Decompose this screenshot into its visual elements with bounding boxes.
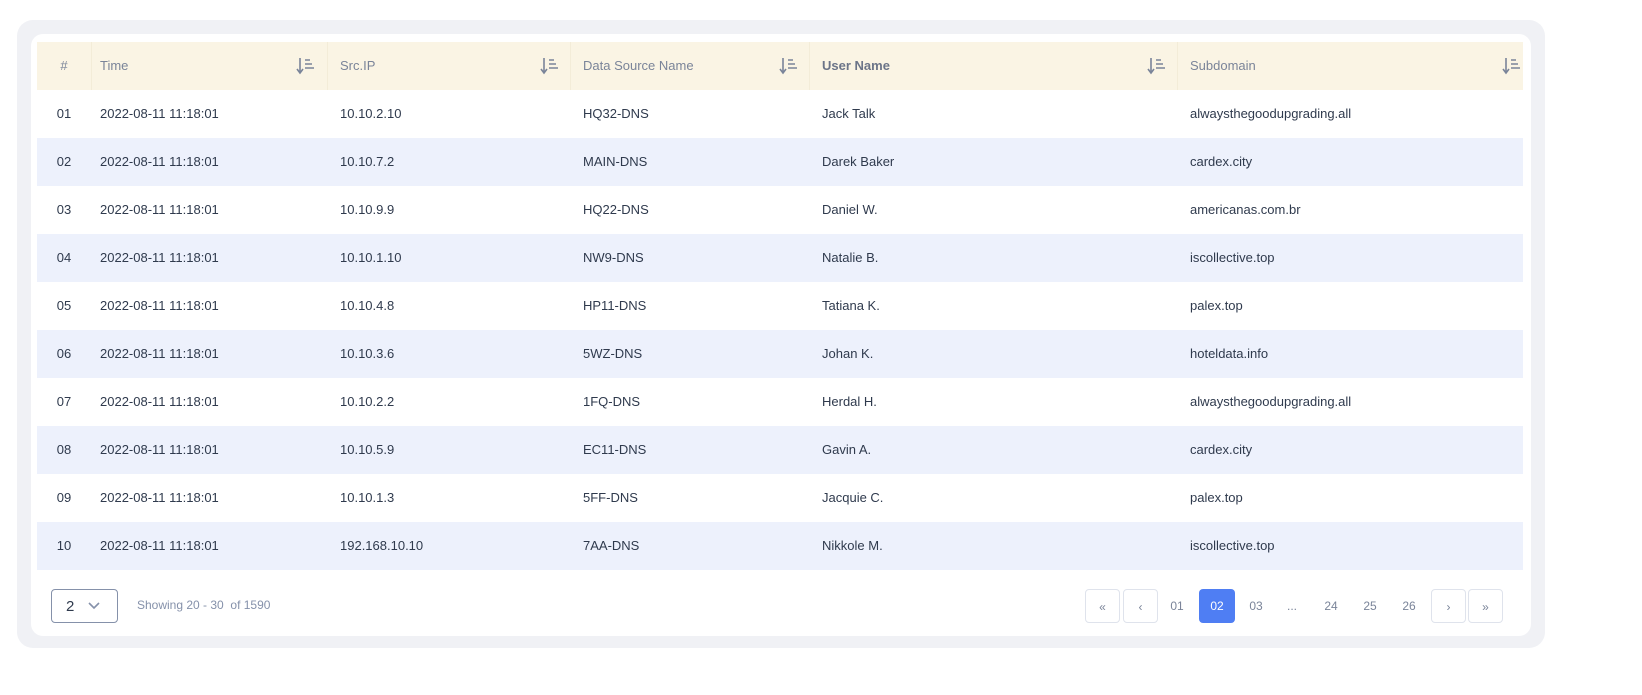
pagination-ellipsis: ... [1286, 599, 1297, 613]
cell-row-index: 05 [56, 298, 72, 313]
cell-time: 2022-08-11 11:18:01 [100, 394, 219, 409]
cell-row-index: 10 [56, 538, 72, 553]
cell-src-ip: 10.10.5.9 [340, 442, 395, 457]
cell-row-index: 08 [56, 442, 72, 457]
header-subdomain[interactable]: Subdomain [1190, 42, 1256, 90]
cell-row-index: 03 [56, 202, 72, 217]
cell-src-ip: 10.10.3.6 [340, 346, 395, 361]
cell-row-index: 07 [56, 394, 72, 409]
showing-text: Showing 20 - 30 of 1590 [137, 598, 271, 612]
header-index: # [60, 58, 68, 73]
cell-src-ip: 10.10.9.9 [340, 202, 395, 217]
table-header: # Time Src.IP Data Source Name User Name… [37, 42, 1523, 90]
cell-data-source-name: 5FF-DNS [583, 490, 638, 505]
cell-data-source-name: HP11-DNS [583, 298, 647, 313]
table-row[interactable]: 06 2022-08-11 11:18:01 10.10.3.6 5WZ-DNS Joh… [37, 330, 1523, 378]
last-page-button[interactable]: » [1468, 589, 1503, 623]
cell-data-source-name: NW9-DNS [583, 250, 644, 265]
chevron-down-icon [88, 602, 100, 610]
cell-user-name: Jacquie C. [822, 490, 884, 505]
cell-user-name: Gavin A. [822, 442, 872, 457]
cell-src-ip: 10.10.7.2 [340, 154, 395, 169]
page-button[interactable]: 24 [1313, 589, 1349, 623]
cell-time: 2022-08-11 11:18:01 [100, 154, 219, 169]
page-button[interactable]: 02 [1199, 589, 1235, 623]
cell-user-name: Johan K. [822, 346, 874, 361]
cell-data-source-name: 7AA-DNS [583, 538, 640, 553]
cell-row-index: 01 [56, 106, 72, 121]
data-table: # Time Src.IP Data Source Name User Name… [37, 42, 1523, 570]
cell-subdomain: palex.top [1190, 490, 1243, 505]
sort-icon[interactable] [1502, 56, 1522, 76]
cell-time: 2022-08-11 11:18:01 [100, 106, 219, 121]
cell-subdomain: alwaysthegoodupgrading.all [1190, 394, 1352, 409]
cell-src-ip: 192.168.10.10 [340, 538, 424, 553]
cell-subdomain: iscollective.top [1190, 250, 1275, 265]
page-size-value: 2 [66, 598, 75, 615]
cell-subdomain: hoteldata.info [1190, 346, 1269, 361]
cell-time: 2022-08-11 11:18:01 [100, 538, 219, 553]
cell-user-name: Tatiana K. [822, 298, 880, 313]
cell-src-ip: 10.10.1.10 [340, 250, 402, 265]
cell-data-source-name: HQ32-DNS [583, 106, 649, 121]
cell-subdomain: palex.top [1190, 298, 1243, 313]
next-page-button[interactable]: › [1431, 589, 1466, 623]
table-row[interactable]: 04 2022-08-11 11:18:01 10.10.1.10 NW9-DNS Na… [37, 234, 1523, 282]
table-row[interactable]: 03 2022-08-11 11:18:01 10.10.9.9 HQ22-DNS Da… [37, 186, 1523, 234]
cell-row-index: 09 [56, 490, 72, 505]
cell-time: 2022-08-11 11:18:01 [100, 202, 219, 217]
cell-user-name: Jack Talk [822, 106, 876, 121]
page-button[interactable]: 01 [1159, 589, 1195, 623]
cell-subdomain: iscollective.top [1190, 538, 1275, 553]
cell-user-name: Daniel W. [822, 202, 878, 217]
header-time[interactable]: Time [100, 42, 128, 90]
sort-icon[interactable] [296, 56, 316, 76]
cell-row-index: 02 [56, 154, 72, 169]
cell-row-index: 06 [56, 346, 72, 361]
sort-icon[interactable] [1147, 56, 1167, 76]
sort-icon[interactable] [540, 56, 560, 76]
cell-user-name: Nikkole M. [822, 538, 883, 553]
cell-time: 2022-08-11 11:18:01 [100, 298, 219, 313]
cell-time: 2022-08-11 11:18:01 [100, 250, 219, 265]
cell-data-source-name: 5WZ-DNS [583, 346, 643, 361]
table-row[interactable]: 05 2022-08-11 11:18:01 10.10.4.8 HP11-DNS Ta… [37, 282, 1523, 330]
sort-icon[interactable] [779, 56, 799, 76]
table-row[interactable]: 08 2022-08-11 11:18:01 10.10.5.9 EC11-DNS Ga… [37, 426, 1523, 474]
cell-row-index: 04 [56, 250, 72, 265]
cell-data-source-name: HQ22-DNS [583, 202, 649, 217]
table-row[interactable]: 09 2022-08-11 11:18:01 10.10.1.3 5FF-DNS Jac… [37, 474, 1523, 522]
cell-subdomain: alwaysthegoodupgrading.all [1190, 106, 1352, 121]
cell-data-source-name: 1FQ-DNS [583, 394, 641, 409]
header-data-source-name[interactable]: Data Source Name [583, 42, 694, 90]
header-user-name[interactable]: User Name [822, 42, 890, 90]
cell-src-ip: 10.10.2.10 [340, 106, 402, 121]
cell-user-name: Darek Baker [822, 154, 895, 169]
cell-user-name: Natalie B. [822, 250, 879, 265]
table-row[interactable]: 10 2022-08-11 11:18:01 192.168.10.10 7AA-DN… [37, 522, 1523, 570]
first-page-button[interactable]: « [1085, 589, 1120, 623]
cell-data-source-name: MAIN-DNS [583, 154, 648, 169]
cell-data-source-name: EC11-DNS [583, 442, 647, 457]
page-button[interactable]: 03 [1238, 589, 1274, 623]
page-size-select[interactable]: 2 [51, 589, 118, 623]
table-row[interactable]: 02 2022-08-11 11:18:01 10.10.7.2 MAIN-DNS Da… [37, 138, 1523, 186]
page-button[interactable]: 26 [1391, 589, 1427, 623]
cell-subdomain: cardex.city [1190, 154, 1253, 169]
prev-page-button[interactable]: ‹ [1123, 589, 1158, 623]
cell-user-name: Herdal H. [822, 394, 877, 409]
cell-src-ip: 10.10.2.2 [340, 394, 395, 409]
cell-subdomain: cardex.city [1190, 442, 1253, 457]
cell-time: 2022-08-11 11:18:01 [100, 490, 219, 505]
cell-time: 2022-08-11 11:18:01 [100, 346, 219, 361]
cell-subdomain: americanas.com.br [1190, 202, 1301, 217]
cell-src-ip: 10.10.1.3 [340, 490, 395, 505]
cell-src-ip: 10.10.4.8 [340, 298, 395, 313]
header-src-ip[interactable]: Src.IP [340, 42, 375, 90]
page-button[interactable]: 25 [1352, 589, 1388, 623]
cell-time: 2022-08-11 11:18:01 [100, 442, 219, 457]
table-row[interactable]: 01 2022-08-11 11:18:01 10.10.2.10 HQ32-DNS J… [37, 90, 1523, 138]
table-row[interactable]: 07 2022-08-11 11:18:01 10.10.2.2 1FQ-DNS Her… [37, 378, 1523, 426]
